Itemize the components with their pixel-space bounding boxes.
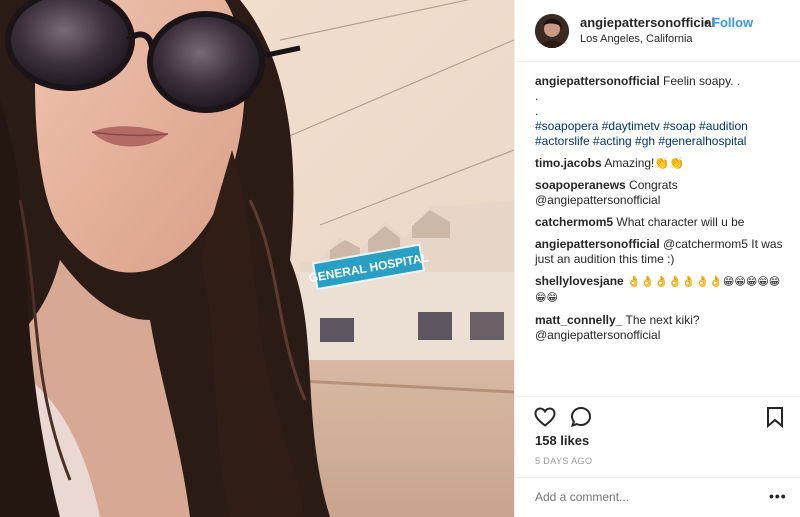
comment-username[interactable]: timo.jacobs [535, 156, 602, 170]
likes-count[interactable]: 158 likes [535, 433, 589, 448]
follow-button[interactable]: Follow [712, 15, 753, 30]
comment-username[interactable]: angiepattersonofficial [535, 237, 660, 251]
avatar-image [535, 14, 569, 48]
caption-hashtags[interactable]: #soapopera #daytimetv #soap #audition #a… [535, 119, 748, 148]
selfie-image: GENERAL HOSPITAL [0, 0, 514, 517]
caption: angiepattersonofficial Feelin soapy. . .… [535, 74, 785, 149]
comment-item: shellylovesjane 👌👌👌👌👌👌👌😁😁😁😁😁😁😁 [535, 274, 785, 306]
comment-username[interactable]: catchermom5 [535, 215, 613, 229]
caption-text: Feelin soapy. . [663, 74, 741, 88]
comment-item: angiepattersonofficial @catchermom5 It w… [535, 237, 785, 267]
avatar[interactable] [535, 14, 569, 48]
comment-username[interactable]: matt_connelly_ [535, 313, 622, 327]
add-comment-input[interactable] [535, 490, 735, 504]
comment-item: timo.jacobs Amazing!👏👏 [535, 156, 785, 171]
caption-username[interactable]: angiepattersonofficial [535, 74, 660, 88]
comment-item: matt_connelly_ The next kiki? @angiepatt… [535, 313, 785, 343]
action-bar [515, 396, 800, 436]
comment-icon[interactable] [569, 405, 593, 429]
comments-list: angiepattersonofficial Feelin soapy. . .… [535, 74, 785, 350]
header-separator: • [704, 15, 709, 30]
location-link[interactable]: Los Angeles, California [580, 33, 693, 45]
post-header: angiepattersonofficial • Follow Los Ange… [515, 0, 800, 62]
comment-username[interactable]: shellylovesjane [535, 274, 624, 288]
bookmark-icon[interactable] [763, 405, 787, 429]
add-comment-bar: ••• [515, 477, 800, 517]
post-photo[interactable]: GENERAL HOSPITAL [0, 0, 514, 517]
comment-text: What character will u be [616, 215, 745, 229]
comment-username[interactable]: soapoperanews [535, 178, 626, 192]
comment-text: Amazing!👏👏 [604, 156, 685, 170]
header-username[interactable]: angiepattersonofficial [580, 15, 715, 30]
caption-dot-line: . [535, 89, 539, 103]
post-sidebar: angiepattersonofficial • Follow Los Ange… [514, 0, 800, 517]
caption-dot-line: . [535, 104, 539, 118]
comment-item: soapoperanews Congrats @angiepattersonof… [535, 178, 785, 208]
more-options-icon[interactable]: ••• [769, 488, 787, 504]
heart-icon[interactable] [533, 405, 557, 429]
comment-item: catchermom5 What character will u be [535, 215, 785, 230]
post-timestamp: 5 DAYS AGO [535, 456, 593, 466]
instagram-post: GENERAL HOSPITAL angiepattersonofficial … [0, 0, 800, 517]
